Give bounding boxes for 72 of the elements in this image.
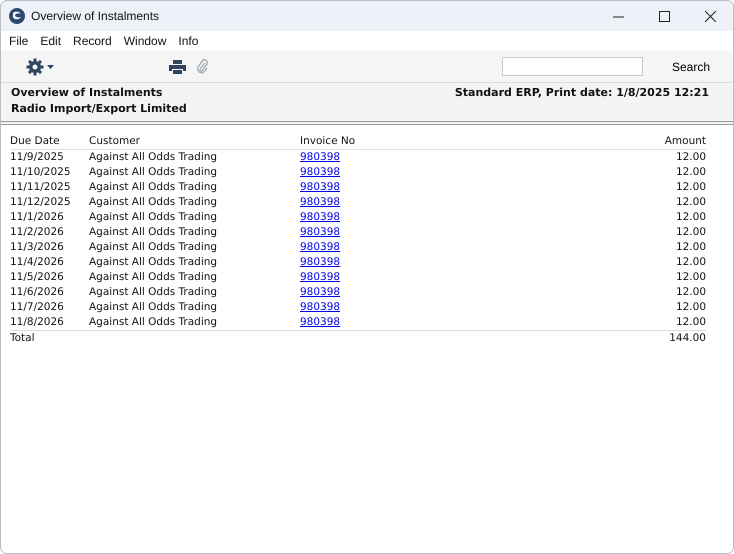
- invoice-link[interactable]: 980398: [300, 225, 340, 240]
- table-cell-text: Against All Odds Trading: [89, 240, 218, 255]
- invoice-link[interactable]: 980398: [300, 195, 340, 210]
- column-header: Customer: [89, 134, 142, 149]
- table-cell-text: Against All Odds Trading: [89, 255, 218, 270]
- invoice-link[interactable]: 980398: [300, 180, 340, 195]
- table-cell-text: Against All Odds Trading: [89, 300, 218, 315]
- table-cell-text: 11/9/2025: [10, 150, 65, 165]
- search-field[interactable]: [502, 57, 643, 76]
- column-header: Due Date: [10, 134, 61, 149]
- table-cell-text: 11/10/2025: [10, 165, 72, 180]
- table-cell-text: Against All Odds Trading: [89, 210, 218, 225]
- column-header: Invoice No: [300, 134, 356, 149]
- invoice-link[interactable]: 980398: [300, 150, 340, 165]
- table-cell-text: 12.00: [674, 225, 706, 240]
- table-cell-text: 12.00: [674, 165, 706, 180]
- table-cell-text: 11/7/2026: [10, 300, 65, 315]
- table-cell-text: Against All Odds Trading: [89, 270, 218, 285]
- table-cell-text: Against All Odds Trading: [89, 225, 218, 240]
- caret-icon[interactable]: [47, 64, 54, 68]
- close-icon: [704, 10, 716, 22]
- column-header: Amount: [664, 134, 706, 149]
- total-amount: 144.00: [668, 331, 706, 346]
- table-cell-text: 11/2/2026: [10, 225, 65, 240]
- paperclip-icon[interactable]: [196, 58, 208, 74]
- table-cell-text: 11/11/2025: [10, 180, 72, 195]
- invoice-link[interactable]: 980398: [300, 165, 340, 180]
- company-name: Radio Import/Export Limited: [11, 102, 187, 115]
- invoice-link[interactable]: 980398: [300, 270, 340, 285]
- window-title: Overview of Instalments: [31, 8, 160, 25]
- invoice-link[interactable]: 980398: [300, 285, 340, 300]
- menu-item[interactable]: Info: [178, 32, 210, 50]
- table-cell-text: 11/3/2026: [10, 240, 65, 255]
- table-cell-text: 11/8/2026: [10, 315, 65, 330]
- app-logo-icon: [9, 8, 25, 24]
- table-cell-text: Against All Odds Trading: [89, 150, 218, 165]
- table-cell-text: 11/5/2026: [10, 270, 65, 285]
- table-cell-text: 12.00: [674, 195, 706, 210]
- table-cell-text: 11/12/2025: [10, 195, 72, 210]
- menu-item[interactable]: Record: [73, 32, 124, 50]
- invoice-link[interactable]: 980398: [300, 210, 340, 225]
- table-cell-text: 12.00: [674, 210, 706, 225]
- search-button[interactable]: Search: [672, 58, 710, 76]
- table-cell-text: 12.00: [674, 150, 706, 165]
- menu-item[interactable]: File: [9, 32, 40, 50]
- table-cell-text: 12.00: [674, 255, 706, 270]
- maximize-icon: [658, 10, 670, 22]
- print-date-text: Standard ERP, Print date: 1/8/2025 12:21: [454, 85, 709, 101]
- table-cell-text: 12.00: [674, 300, 706, 315]
- table-cell-text: 12.00: [674, 240, 706, 255]
- table-cell-text: Against All Odds Trading: [89, 165, 218, 180]
- print-icon[interactable]: [169, 60, 186, 74]
- table-cell-text: 11/1/2026: [10, 210, 65, 225]
- menu-item[interactable]: Window: [124, 32, 178, 50]
- invoice-link[interactable]: 980398: [300, 255, 340, 270]
- table-cell-text: Against All Odds Trading: [89, 180, 218, 195]
- menu-item[interactable]: Edit: [40, 32, 74, 50]
- table-cell-text: Against All Odds Trading: [89, 195, 218, 210]
- table-cell-text: 12.00: [674, 285, 706, 300]
- table-cell-text: Against All Odds Trading: [89, 315, 218, 330]
- settings-icon[interactable]: [26, 58, 44, 76]
- invoice-link[interactable]: 980398: [300, 240, 340, 255]
- table-cell-text: 12.00: [674, 180, 706, 195]
- table-cell-text: 11/4/2026: [10, 255, 65, 270]
- invoice-link[interactable]: 980398: [300, 315, 340, 330]
- table-cell-text: Against All Odds Trading: [89, 285, 218, 300]
- report-title: Overview of Instalments: [11, 85, 162, 101]
- invoice-link[interactable]: 980398: [300, 300, 340, 315]
- total-label: Total: [10, 331, 36, 346]
- table-cell-text: 12.00: [674, 270, 706, 285]
- table-cell-text: 11/6/2026: [10, 285, 65, 300]
- table-cell-text: 12.00: [674, 315, 706, 330]
